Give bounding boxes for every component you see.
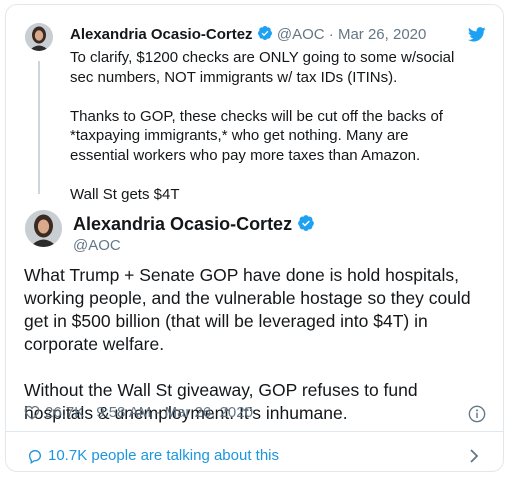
parent-paragraph: Wall St gets $4T bbox=[70, 185, 180, 203]
main-author-name-text[interactable]: Alexandria Ocasio-Cortez bbox=[73, 214, 292, 234]
tweet-stats: 26.7K 9:58 AM - Mar 26, 2020 bbox=[24, 404, 253, 421]
parent-tweet-header: Alexandria Ocasio-Cortez @AOC · Mar 26, … bbox=[70, 25, 426, 43]
comment-bubble-icon bbox=[28, 449, 42, 464]
parent-tweet-text: To clarify, $1200 checks are ONLY going … bbox=[70, 48, 470, 224]
parent-tweet-meta[interactable]: @AOC · Mar 26, 2020 bbox=[277, 26, 426, 43]
main-avatar[interactable] bbox=[25, 210, 62, 247]
parent-avatar[interactable] bbox=[25, 23, 53, 51]
conversation-link[interactable]: 10.7K people are talking about this bbox=[27, 447, 279, 464]
thread-connector-line bbox=[38, 61, 40, 194]
parent-paragraph: To clarify, $1200 checks are ONLY going … bbox=[70, 49, 455, 86]
parent-author-name[interactable]: Alexandria Ocasio-Cortez bbox=[70, 26, 253, 43]
parent-paragraph: Thanks to GOP, these checks will be cut … bbox=[70, 107, 443, 164]
tweet-timestamp[interactable]: 9:58 AM - Mar 26, 2020 bbox=[96, 404, 253, 421]
like-count[interactable]: 26.7K bbox=[45, 404, 84, 421]
info-icon[interactable] bbox=[468, 405, 486, 423]
heart-icon[interactable] bbox=[24, 405, 40, 420]
main-paragraph: What Trump + Senate GOP have done is hol… bbox=[24, 265, 471, 354]
footer-divider bbox=[5, 431, 504, 432]
verified-badge-icon bbox=[257, 26, 272, 40]
verified-badge-icon bbox=[298, 215, 314, 231]
chevron-right-icon[interactable] bbox=[469, 448, 479, 464]
main-author-handle[interactable]: @AOC bbox=[73, 237, 121, 254]
conversation-text[interactable]: 10.7K people are talking about this bbox=[48, 447, 279, 464]
twitter-bird-icon[interactable] bbox=[468, 27, 486, 42]
main-author-name[interactable]: Alexandria Ocasio-Cortez bbox=[73, 214, 315, 235]
